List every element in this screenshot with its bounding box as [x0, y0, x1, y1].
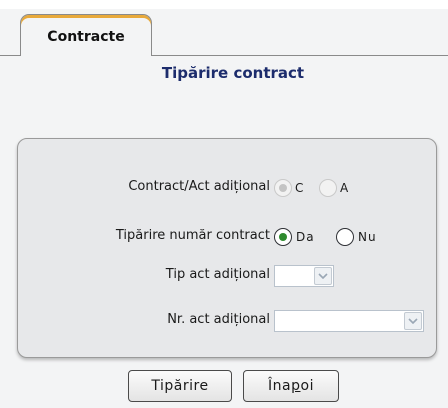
act-type-label: Tip act adițional [165, 267, 270, 282]
radio-da[interactable] [274, 228, 292, 246]
row-act-number: Nr. act adițional [18, 309, 438, 333]
radio-da-label: Da [296, 230, 315, 244]
act-number-dropdown-button[interactable] [404, 312, 422, 330]
radio-nu-label: Nu [358, 230, 377, 244]
radio-c-label: C [295, 181, 305, 195]
form-panel: Contract/Act adițional C A Tipărire numă… [17, 138, 437, 358]
row-contract-type: Contract/Act adițional C A [18, 176, 438, 200]
radio-a-label: A [340, 181, 350, 195]
chevron-down-icon [318, 273, 328, 279]
row-act-type: Tip act adițional [18, 264, 438, 288]
back-button[interactable]: Înapoi [243, 370, 339, 402]
chevron-down-icon [408, 318, 418, 324]
tab-contracte[interactable]: Contracte [20, 14, 152, 56]
act-number-label: Nr. act adițional [167, 312, 270, 327]
act-type-select[interactable] [274, 265, 334, 287]
tab-label: Contracte [47, 29, 125, 45]
radio-a[interactable] [319, 179, 337, 197]
radio-nu[interactable] [336, 228, 354, 246]
radio-c[interactable] [274, 179, 292, 197]
act-number-select[interactable] [274, 310, 424, 332]
print-button[interactable]: Tipărire [128, 370, 232, 402]
page-title: Tipărire contract [161, 64, 305, 82]
top-strip [0, 0, 448, 9]
contract-type-label: Contract/Act adițional [128, 179, 270, 194]
act-type-dropdown-button[interactable] [314, 267, 332, 285]
row-print-number: Tipărire număr contract Da Nu [18, 225, 438, 249]
print-number-label: Tipărire număr contract [115, 228, 270, 243]
